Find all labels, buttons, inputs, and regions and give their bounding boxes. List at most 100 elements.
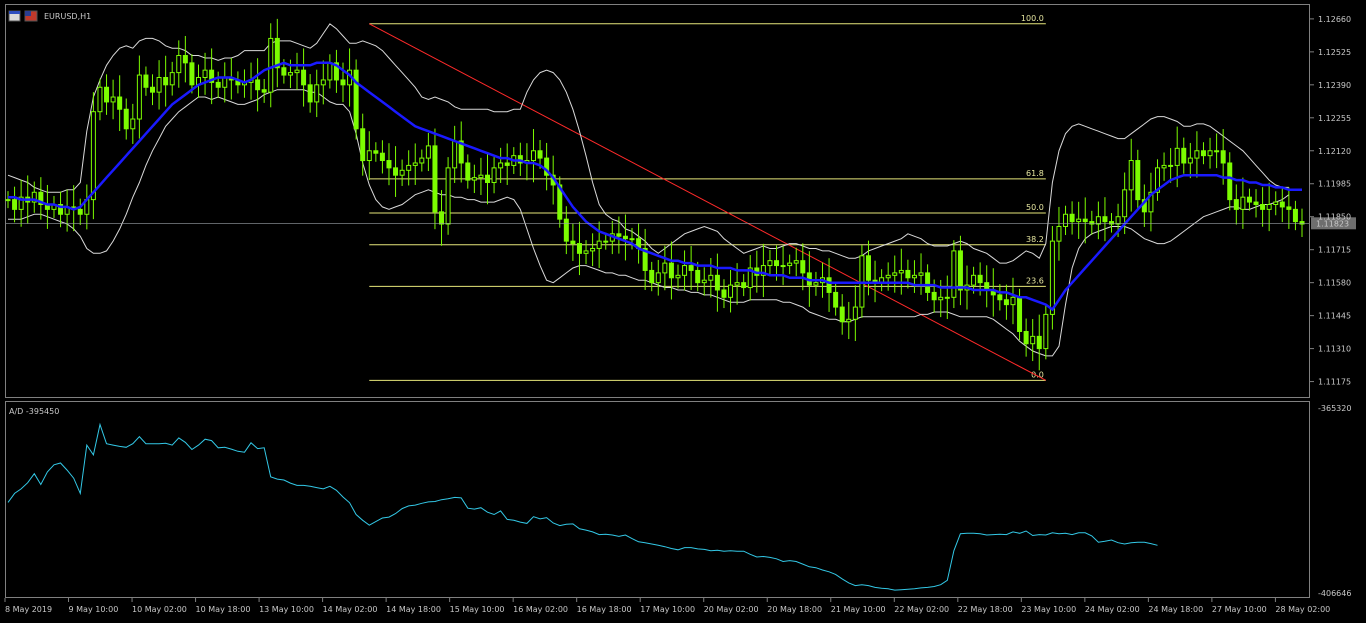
candle-body <box>314 84 320 103</box>
candle-body <box>491 167 497 184</box>
candle-body <box>734 282 740 286</box>
candle-body <box>655 272 661 284</box>
candle-body <box>1220 150 1226 164</box>
time-tick-label: 14 May 18:00 <box>386 605 441 614</box>
candle-body <box>603 240 609 243</box>
candle-body <box>1109 221 1115 225</box>
candle-body <box>202 69 208 79</box>
candle-body <box>498 162 504 169</box>
candle-body <box>360 128 366 162</box>
candle-body <box>465 162 471 181</box>
candle-body <box>865 255 871 281</box>
candle-body <box>1128 160 1134 191</box>
candle-body <box>780 265 786 268</box>
candle-body <box>255 79 261 91</box>
candle-body <box>944 296 950 299</box>
chart-symbol: EURUSD,H1 <box>44 12 91 21</box>
candle-body <box>675 274 681 279</box>
candle-body <box>695 269 701 284</box>
time-tick-label: 10 May 18:00 <box>196 605 251 614</box>
time-tick-label: 13 May 10:00 <box>259 605 314 614</box>
fib-level-label: 23.6 <box>1026 276 1044 285</box>
candle-body <box>425 145 431 159</box>
candle-body <box>471 177 477 181</box>
fib-level-label: 61.8 <box>1026 169 1044 178</box>
candle-body <box>136 74 142 120</box>
indicator-axis-top-label: -365320 <box>1318 404 1351 413</box>
price-tick-label: 1.11175 <box>1318 378 1351 387</box>
candle-body <box>327 62 333 81</box>
candle-body <box>918 272 924 276</box>
candle-body <box>668 262 674 279</box>
candle-body <box>478 174 484 179</box>
candle-body <box>1076 218 1082 223</box>
fib-level-label: 50.0 <box>1026 203 1044 212</box>
candle-body <box>622 235 628 240</box>
candle-body <box>530 150 536 162</box>
candle-body <box>156 77 162 93</box>
candle-body <box>379 152 385 162</box>
candle-body <box>951 250 957 298</box>
candle-body <box>596 240 602 249</box>
candle-body <box>1082 218 1088 223</box>
candle-body <box>1043 313 1049 350</box>
candle-body <box>163 77 169 86</box>
candle-body <box>504 162 510 166</box>
candle-body <box>925 272 931 293</box>
candle-body <box>1161 164 1167 169</box>
indicator-label: A/D -395450 <box>9 407 59 416</box>
candle-body <box>274 37 280 69</box>
candle-body <box>721 289 727 298</box>
candle-body <box>931 291 937 301</box>
candle-body <box>997 294 1003 301</box>
candle-body <box>570 240 576 245</box>
candle-body <box>1279 201 1285 208</box>
time-tick-label: 24 May 18:00 <box>1148 605 1203 614</box>
candle-body <box>590 247 596 252</box>
price-tick-label: 1.12390 <box>1318 81 1351 90</box>
candle-body <box>1214 150 1220 153</box>
candle-body <box>852 306 858 320</box>
candle-body <box>1273 201 1279 206</box>
candle-body <box>971 274 977 286</box>
candle-body <box>1135 160 1141 201</box>
candle-body <box>452 140 458 169</box>
time-tick-label: 24 May 02:00 <box>1085 605 1140 614</box>
candle-body <box>1122 189 1128 218</box>
candle-body <box>1115 216 1121 225</box>
price-tick-label: 1.11715 <box>1318 246 1351 255</box>
candle-body <box>1181 147 1187 164</box>
trading-chart: 100.061.850.038.223.60.0 1.11823 1.12660… <box>0 0 1366 623</box>
candle-body <box>1069 213 1075 223</box>
candle-body <box>307 84 313 103</box>
time-tick-label: 15 May 10:00 <box>450 605 505 614</box>
candle-body <box>800 260 806 274</box>
candle-body <box>1200 150 1206 157</box>
candle-body <box>412 162 418 166</box>
price-tick-label: 1.12660 <box>1318 15 1351 24</box>
candle-body <box>268 37 274 93</box>
candle-body <box>169 72 175 86</box>
indicator-axis-bottom-label: -406646 <box>1318 589 1351 598</box>
candle-body <box>741 282 747 289</box>
time-tick-label: 17 May 10:00 <box>640 605 695 614</box>
candle-body <box>1240 196 1246 210</box>
candle-body <box>688 265 694 271</box>
candle-body <box>1253 201 1259 206</box>
candle-body <box>1017 296 1023 332</box>
candle-body <box>682 265 688 276</box>
candle-body <box>12 199 18 210</box>
candle-body <box>1227 162 1233 201</box>
candle-body <box>977 274 983 284</box>
candle-body <box>1030 335 1036 345</box>
candle-body <box>787 262 793 267</box>
candle-body <box>1095 216 1101 225</box>
candle-body <box>1187 157 1193 164</box>
price-tick-label: 1.12120 <box>1318 147 1351 156</box>
time-tick-label: 16 May 18:00 <box>577 605 632 614</box>
time-tick-label: 8 May 2019 <box>5 605 52 614</box>
candle-body <box>892 272 898 276</box>
price-tick-label: 1.11310 <box>1318 345 1351 354</box>
candle-body <box>485 174 491 184</box>
fib-level-label: 38.2 <box>1026 235 1044 244</box>
